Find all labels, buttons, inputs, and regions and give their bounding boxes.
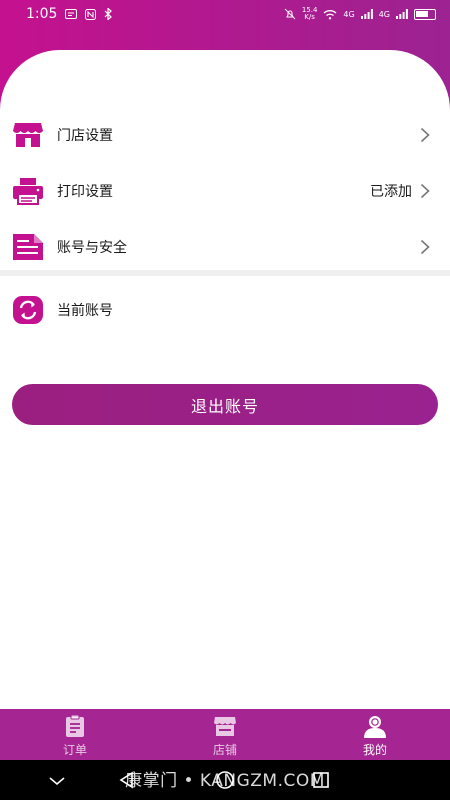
storefront-icon: [13, 123, 43, 147]
print-settings-label: 打印设置: [57, 184, 113, 200]
menu-row-account-security[interactable]: 账号与安全: [0, 219, 450, 275]
status-time: 1:05: [26, 6, 58, 22]
status-bar: 1:05 15.4 K/s 4G 4G: [0, 0, 450, 28]
tab-mine-label: 我的: [362, 743, 387, 757]
message-icon: [65, 9, 78, 19]
bottom-tab-bar: 订单 店铺 我的: [0, 709, 450, 760]
status-left: 1:05: [26, 6, 113, 22]
tab-mine[interactable]: 我的: [300, 709, 450, 760]
watermark-text: 康掌门 • KANGZM.COM: [125, 771, 325, 791]
menu-row-store-settings[interactable]: 门店设置: [0, 107, 450, 163]
shop-icon: [214, 717, 236, 736]
printer-icon: [13, 178, 43, 205]
print-settings-status: 已添加: [370, 184, 412, 200]
bluetooth-icon: [105, 8, 113, 20]
tab-shop[interactable]: 店铺: [150, 709, 300, 760]
status-right: 15.4 K/s 4G 4G: [284, 7, 436, 21]
battery-icon: [414, 8, 436, 20]
menu-row-print-settings[interactable]: 打印设置 已添加: [0, 163, 450, 219]
account-security-label: 账号与安全: [57, 240, 127, 256]
nfc-icon: [85, 8, 97, 20]
chevron-right-icon: [420, 239, 430, 255]
logout-button[interactable]: 退出账号: [12, 384, 438, 425]
user-icon: [364, 716, 386, 738]
clipboard-icon: [66, 714, 84, 737]
tab-orders[interactable]: 订单: [0, 709, 150, 760]
switch-account-icon: [13, 296, 43, 324]
signal-icon-1: [360, 9, 373, 19]
tab-orders-label: 订单: [62, 743, 87, 757]
chevron-right-icon: [420, 127, 430, 143]
signal-tag-2: 4G: [378, 9, 390, 19]
net-speed-unit: K/s: [304, 13, 315, 21]
current-account-label: 当前账号: [57, 303, 113, 319]
mute-icon: [284, 8, 296, 20]
store-settings-label: 门店设置: [57, 128, 113, 144]
signal-icon-2: [396, 9, 408, 19]
menu-row-current-account[interactable]: 当前账号: [0, 282, 450, 338]
document-icon: [13, 234, 43, 260]
wifi-icon: [323, 9, 337, 19]
tab-shop-label: 店铺: [212, 743, 237, 757]
signal-tag-1: 4G: [343, 9, 355, 19]
net-speed: 15.4 K/s: [302, 7, 318, 21]
chevron-right-icon: [420, 183, 430, 199]
section-divider: [0, 270, 450, 276]
